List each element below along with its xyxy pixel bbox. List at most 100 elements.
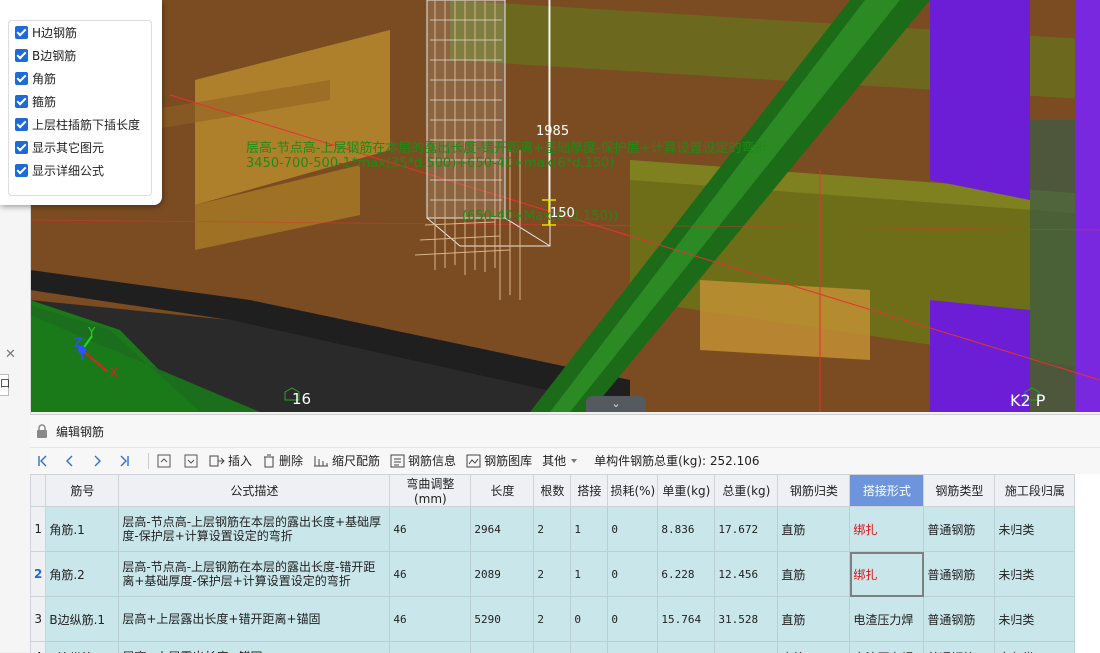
column-header-length[interactable]: 长度 — [471, 475, 534, 507]
row-number[interactable]: 4 — [31, 642, 46, 653]
checkbox-checked-icon[interactable] — [15, 26, 28, 39]
scale-rebar-button[interactable]: 缩尺配筋 — [313, 452, 380, 469]
cell-bar-number[interactable]: 角筋.2 — [46, 552, 119, 597]
column-header-unit-weight[interactable]: 单重(kg) — [658, 475, 715, 507]
checkbox-checked-icon[interactable] — [15, 118, 28, 131]
move-up-button[interactable] — [155, 452, 173, 470]
cell-segment[interactable]: 未归类 — [995, 642, 1075, 653]
cell-lap[interactable]: 1 — [571, 552, 608, 597]
table-row[interactable]: 1 角筋.1 层高-节点高-上层钢筋在本层的露出长度+基础厚度-保护层+计算设置… — [31, 507, 1075, 552]
cell-rebar-type[interactable]: 普通钢筋 — [924, 597, 995, 642]
column-header-segment[interactable]: 施工段归属 — [995, 475, 1075, 507]
cell-formula-desc[interactable]: 层高+上层露出长度+错开距离+锚固 — [119, 597, 390, 642]
cell-rebar-type[interactable]: 普通钢筋 — [924, 552, 995, 597]
cell-lap-form[interactable]: 电渣压力焊 — [850, 642, 924, 653]
cell-count[interactable]: 2 — [534, 597, 571, 642]
cell-bend-adjust[interactable]: 46 — [390, 597, 471, 642]
cell-category[interactable]: 直筋 — [778, 642, 850, 653]
cell-unit-weight[interactable]: 6.228 — [658, 552, 715, 597]
rebar-library-button[interactable]: 钢筋图库 — [466, 452, 532, 469]
cell-length[interactable]: 2089 — [471, 552, 534, 597]
cell-bend-adjust[interactable]: 46 — [390, 552, 471, 597]
cell-length[interactable]: 4590 — [471, 642, 534, 653]
close-icon[interactable]: ✕ — [5, 347, 16, 362]
last-record-button[interactable] — [115, 452, 133, 470]
layer-item-upper-dowel[interactable]: 上层柱插筋下插长度 — [9, 113, 151, 136]
layer-item-other-elements[interactable]: 显示其它图元 — [9, 136, 151, 159]
table-row[interactable]: 3 B边纵筋.1 层高+上层露出长度+错开距离+锚固 46 5290 2 0 0… — [31, 597, 1075, 642]
cell-rebar-type[interactable]: 普通钢筋 — [924, 642, 995, 653]
cell-lap-form[interactable]: 绑扎 — [850, 552, 924, 597]
cell-total-weight[interactable]: 31.528 — [715, 597, 778, 642]
cell-count[interactable]: 2 — [534, 552, 571, 597]
collapse-panel-handle[interactable]: ⌄ — [586, 396, 646, 412]
layer-item-corner-rebar[interactable]: 角筋 — [9, 67, 151, 90]
insert-button[interactable]: 插入 — [209, 452, 252, 469]
column-header-count[interactable]: 根数 — [534, 475, 571, 507]
cell-unit-weight[interactable]: 8.836 — [658, 507, 715, 552]
column-header-lap-form[interactable]: 搭接形式 — [850, 475, 924, 507]
checkbox-checked-icon[interactable] — [15, 72, 28, 85]
3d-viewport[interactable]: 层高-节点高-上层钢筋在本层的露出长度-错开距离+基础厚度-保护层+计算设置设定… — [30, 0, 1100, 412]
cell-length[interactable]: 5290 — [471, 597, 534, 642]
cell-loss[interactable]: 0 — [608, 597, 658, 642]
cell-lap[interactable]: 1 — [571, 507, 608, 552]
layer-item-stirrup[interactable]: 箍筋 — [9, 90, 151, 113]
cell-segment[interactable]: 未归类 — [995, 597, 1075, 642]
lock-icon[interactable] — [36, 424, 48, 438]
cell-bar-number[interactable]: B边纵筋.2 — [46, 642, 119, 653]
layer-item-h-rebar[interactable]: H边钢筋 — [9, 21, 151, 44]
cell-bend-adjust[interactable]: 46 — [390, 642, 471, 653]
rebar-info-button[interactable]: 钢筋信息 — [390, 452, 456, 469]
cell-bend-adjust[interactable]: 46 — [390, 507, 471, 552]
cell-formula-desc[interactable]: 层高-节点高-上层钢筋在本层的露出长度-错开距离+基础厚度-保护层+计算设置设定… — [119, 552, 390, 597]
checkbox-checked-icon[interactable] — [15, 164, 28, 177]
cell-bar-number[interactable]: 角筋.1 — [46, 507, 119, 552]
layer-item-b-rebar[interactable]: B边钢筋 — [9, 44, 151, 67]
first-record-button[interactable] — [34, 452, 52, 470]
row-number[interactable]: 3 — [31, 597, 46, 642]
other-dropdown[interactable]: 其他 — [542, 452, 582, 469]
cell-bar-number[interactable]: B边纵筋.1 — [46, 597, 119, 642]
checkbox-checked-icon[interactable] — [15, 49, 28, 62]
cell-formula-desc[interactable]: 层高-节点高-上层钢筋在本层的露出长度+基础厚度-保护层+计算设置设定的弯折 — [119, 507, 390, 552]
column-header-formula-desc[interactable]: 公式描述 — [119, 475, 390, 507]
column-header-rebar-type[interactable]: 钢筋类型 — [924, 475, 995, 507]
cell-loss[interactable]: 0 — [608, 642, 658, 653]
column-header-category[interactable]: 钢筋归类 — [778, 475, 850, 507]
cell-category[interactable]: 直筋 — [778, 507, 850, 552]
cell-total-weight[interactable]: 26.84 — [715, 642, 778, 653]
cell-loss[interactable]: 0 — [608, 507, 658, 552]
table-row[interactable]: 2 角筋.2 层高-节点高-上层钢筋在本层的露出长度-错开距离+基础厚度-保护层… — [31, 552, 1075, 597]
cell-segment[interactable]: 未归类 — [995, 507, 1075, 552]
checkbox-checked-icon[interactable] — [15, 141, 28, 154]
layer-item-detailed-formula[interactable]: 显示详细公式 — [9, 159, 151, 182]
cell-lap-form[interactable]: 电渣压力焊 — [850, 597, 924, 642]
column-header-total-weight[interactable]: 总重(kg) — [715, 475, 778, 507]
cell-segment[interactable]: 未归类 — [995, 552, 1075, 597]
table-row[interactable]: 4 B边纵筋.2 层高+上层露出长度+锚固 46 4590 2 0 0 13.6… — [31, 642, 1075, 653]
previous-record-button[interactable] — [61, 452, 79, 470]
move-down-button[interactable] — [182, 452, 200, 470]
column-header-loss[interactable]: 损耗(%) — [608, 475, 658, 507]
cell-category[interactable]: 直筋 — [778, 597, 850, 642]
cell-loss[interactable]: 0 — [608, 552, 658, 597]
cell-rebar-type[interactable]: 普通钢筋 — [924, 507, 995, 552]
cell-unit-weight[interactable]: 13.67 — [658, 642, 715, 653]
cell-total-weight[interactable]: 17.672 — [715, 507, 778, 552]
row-number[interactable]: 1 — [31, 507, 46, 552]
cell-total-weight[interactable]: 12.456 — [715, 552, 778, 597]
column-header-bar-number[interactable]: 筋号 — [46, 475, 119, 507]
cell-formula-desc[interactable]: 层高+上层露出长度+锚固 — [119, 642, 390, 653]
row-number[interactable]: 2 — [31, 552, 46, 597]
cell-lap[interactable]: 0 — [571, 597, 608, 642]
checkbox-checked-icon[interactable] — [15, 95, 28, 108]
delete-button[interactable]: 删除 — [262, 452, 303, 469]
column-header-lap[interactable]: 搭接 — [571, 475, 608, 507]
cell-count[interactable]: 2 — [534, 642, 571, 653]
next-record-button[interactable] — [88, 452, 106, 470]
cell-lap-form[interactable]: 绑扎 — [850, 507, 924, 552]
cell-count[interactable]: 2 — [534, 507, 571, 552]
cell-category[interactable]: 直筋 — [778, 552, 850, 597]
table-vertical-scroll-area[interactable] — [1076, 474, 1100, 653]
